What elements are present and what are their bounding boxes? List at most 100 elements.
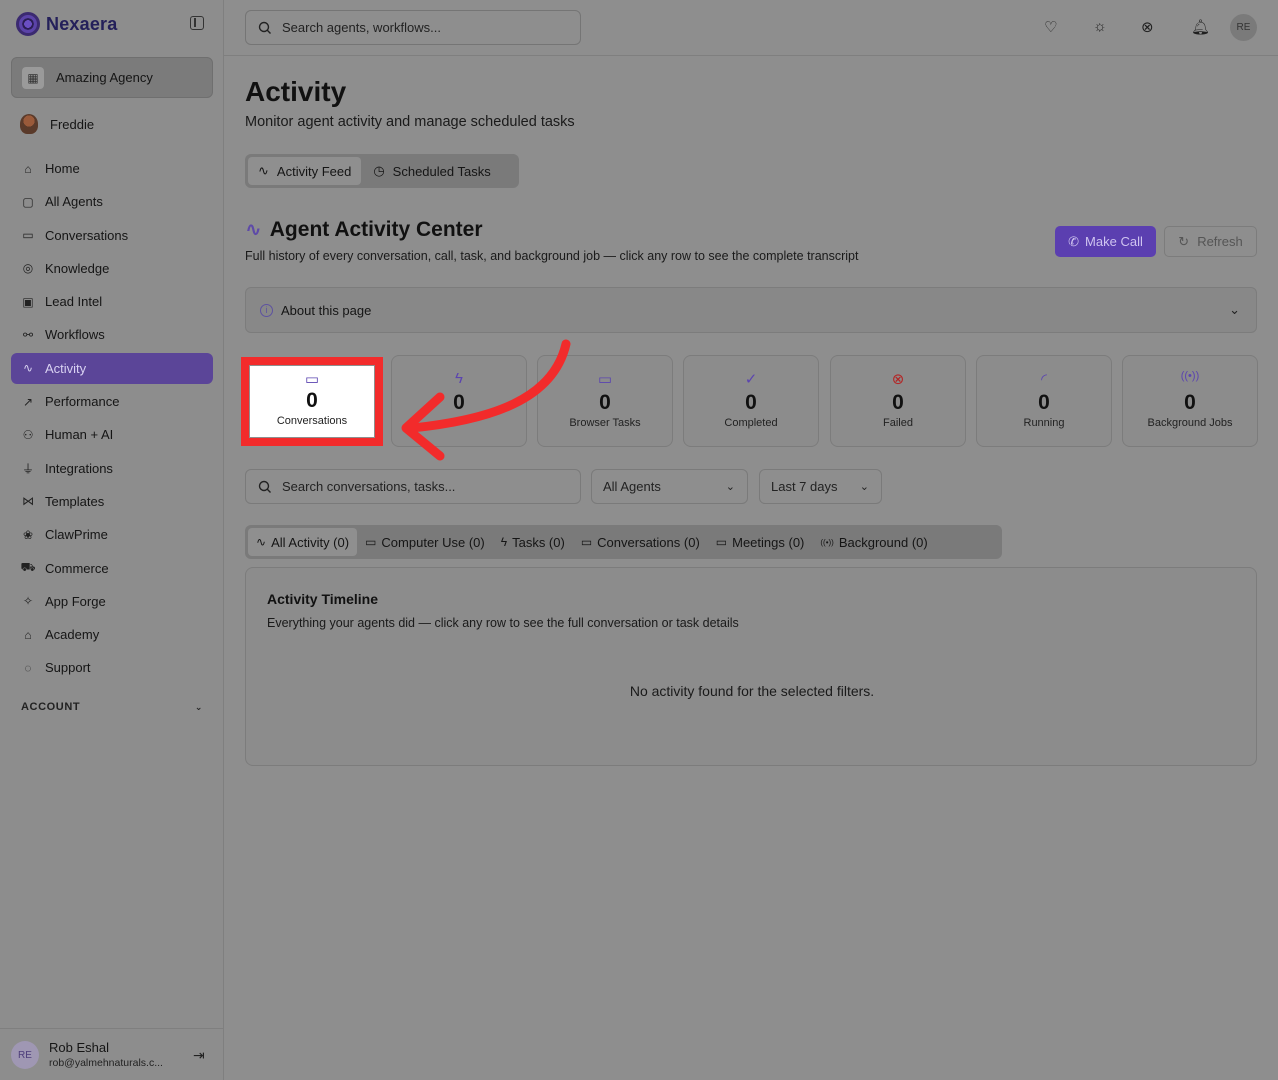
- stat-card-running[interactable]: ◜ 0 Running: [976, 355, 1112, 447]
- sun-icon[interactable]: ☼: [1093, 18, 1107, 35]
- paw-icon: ❀: [22, 527, 34, 542]
- global-search-input[interactable]: Search agents, workflows...: [245, 10, 581, 45]
- account-section-toggle[interactable]: ACCOUNT ⌄: [21, 701, 203, 713]
- message-icon: ▭: [22, 228, 34, 243]
- message-icon: ▭: [580, 535, 593, 549]
- agent-avatar: [20, 114, 38, 134]
- heart-icon[interactable]: ♡: [1044, 18, 1057, 36]
- user-email: rob@yalmehnaturals.c...: [49, 1057, 163, 1069]
- activity-timeline: Activity Timeline Everything your agents…: [245, 567, 1257, 766]
- refresh-label: Refresh: [1197, 234, 1243, 249]
- current-agent[interactable]: Freddie: [20, 114, 94, 134]
- stat-value: 0: [599, 391, 611, 414]
- brand[interactable]: Nexaera: [16, 10, 117, 38]
- avatar[interactable]: RE: [1230, 14, 1257, 41]
- sidebar-item-support[interactable]: ◌ Support: [11, 652, 213, 683]
- home-icon: ⌂: [24, 161, 32, 176]
- sidebar-item-performance[interactable]: ↗ Performance: [11, 386, 213, 417]
- tab-all-activity[interactable]: ∿ All Activity (0): [248, 528, 358, 556]
- sidebar-item-activity[interactable]: ∿ Activity: [11, 352, 213, 384]
- sidebar-item-integrations[interactable]: ⏚ Integrations: [11, 453, 213, 484]
- agent-select[interactable]: All Agents ⌄: [591, 469, 748, 504]
- section-title: ∿ Agent Activity Center: [245, 217, 483, 242]
- tab-meetings[interactable]: ▭ Meetings (0): [708, 528, 813, 556]
- sidebar-item-label: Conversations: [45, 227, 129, 243]
- tab-computer-use[interactable]: ▭ Computer Use (0): [357, 528, 493, 556]
- sidebar-collapse-icon[interactable]: [190, 16, 204, 30]
- sidebar-item-label: Templates: [45, 493, 105, 509]
- sidebar-item-conversations[interactable]: ▭ Conversations: [11, 220, 213, 251]
- sidebar-item-label: Performance: [45, 394, 120, 410]
- sidebar-item-label: Lead Intel: [45, 294, 103, 310]
- tab-label: Tasks (0): [512, 534, 565, 550]
- agency-name: Amazing Agency: [56, 70, 153, 85]
- loader-icon: ◜: [1041, 371, 1047, 388]
- stat-value: 0: [1184, 391, 1196, 414]
- activity-icon: ∿: [256, 535, 267, 549]
- brand-name: Nexaera: [46, 13, 118, 34]
- sidebar-item-label: Activity: [45, 360, 87, 376]
- sidebar-item-commerce[interactable]: ⛟ Commerce: [11, 553, 213, 584]
- building-icon: ▦: [22, 66, 44, 89]
- sidebar-item-label: Commerce: [45, 560, 109, 576]
- tab-activity-feed[interactable]: ∿ Activity Feed: [248, 157, 362, 185]
- refresh-button[interactable]: ↻ Refresh: [1164, 226, 1257, 257]
- date-range-select[interactable]: Last 7 days ⌄: [759, 469, 882, 504]
- activity-search-input[interactable]: Search conversations, tasks...: [245, 469, 581, 504]
- avatar[interactable]: RE: [11, 1041, 39, 1069]
- bell-icon[interactable]: 🔔︎: [1191, 18, 1210, 36]
- sidebar-item-all-agents[interactable]: ▢ All Agents: [11, 186, 213, 217]
- graduation-cap-icon: ⌂: [24, 627, 32, 642]
- user-name: Rob Eshal: [49, 1040, 109, 1055]
- tab-scheduled-tasks[interactable]: ◷ Scheduled Tasks: [363, 157, 500, 185]
- activity-icon: ∿: [258, 163, 269, 178]
- agency-switcher[interactable]: ▦ Amazing Agency: [11, 57, 213, 98]
- stat-card-completed[interactable]: ✓ 0 Completed: [683, 355, 819, 447]
- sidebar-item-human-ai[interactable]: ⚇ Human + AI: [11, 419, 213, 450]
- stat-card-browser-tasks[interactable]: ▭ 0 Browser Tasks: [537, 355, 673, 447]
- annotation-highlight-box: [241, 357, 383, 446]
- sidebar-item-label: Integrations: [45, 460, 113, 476]
- sidebar-item-templates[interactable]: ⋈ Templates: [11, 486, 213, 517]
- stat-card-tasks[interactable]: ϟ0: [391, 355, 527, 447]
- tab-label: Conversations (0): [597, 534, 700, 550]
- people-icon: ⚇: [22, 427, 34, 442]
- tab-label: Meetings (0): [732, 534, 805, 550]
- nexaera-logo-icon: [16, 12, 40, 36]
- sidebar-item-home[interactable]: ⌂ Home: [11, 153, 213, 184]
- about-accordion[interactable]: i About this page ⌄: [245, 287, 1257, 333]
- section-subtitle: Full history of every conversation, call…: [245, 249, 859, 263]
- tab-tasks[interactable]: ϟ Tasks (0): [493, 528, 573, 556]
- sidebar-item-label: Home: [45, 161, 80, 176]
- timeline-subtitle: Everything your agents did — click any r…: [267, 616, 739, 630]
- make-call-button[interactable]: ✆ Make Call: [1055, 226, 1156, 257]
- sidebar-item-clawprime[interactable]: ❀ ClawPrime: [11, 519, 213, 550]
- lifebuoy-icon[interactable]: ⊗: [1141, 18, 1154, 36]
- cart-icon: ⛟: [20, 560, 36, 575]
- phone-icon: ✆: [1068, 233, 1080, 249]
- stat-value: 0: [453, 391, 465, 414]
- stat-card-background-jobs[interactable]: ((•)) 0 Background Jobs: [1122, 355, 1258, 447]
- logout-icon[interactable]: ⇥: [193, 1047, 205, 1064]
- sidebar-item-app-forge[interactable]: ✧ App Forge: [11, 586, 213, 617]
- sidebar-item-lead-intel[interactable]: ▣ Lead Intel: [11, 286, 213, 317]
- sidebar-item-workflows[interactable]: ⚯ Workflows: [11, 319, 213, 350]
- sidebar-item-knowledge[interactable]: ◎ Knowledge: [11, 253, 213, 284]
- sidebar-item-label: ClawPrime: [45, 527, 108, 543]
- sidebar-item-academy[interactable]: ⌂ Academy: [11, 619, 213, 650]
- video-icon: ▭: [715, 535, 728, 549]
- refresh-icon: ↻: [1178, 233, 1190, 249]
- agent-select-value: All Agents: [603, 479, 661, 494]
- tab-background[interactable]: ((•)) Background (0): [812, 528, 935, 556]
- monitor-icon: ▭: [365, 535, 377, 549]
- tab-label: Computer Use (0): [381, 534, 485, 550]
- activity-icon: ∿: [22, 361, 34, 376]
- id-card-icon: ▣: [22, 294, 34, 309]
- chevron-down-icon: ⌄: [1229, 302, 1240, 317]
- user-footer: RE Rob Eshal rob@yalmehnaturals.c... ⇥: [0, 1028, 224, 1080]
- stat-card-failed[interactable]: ⊗ 0 Failed: [830, 355, 966, 447]
- agent-name: Freddie: [50, 116, 95, 132]
- sidebar-item-label: App Forge: [45, 593, 106, 609]
- tab-conversations[interactable]: ▭ Conversations (0): [573, 528, 708, 556]
- chevron-down-icon: ⌄: [725, 481, 735, 493]
